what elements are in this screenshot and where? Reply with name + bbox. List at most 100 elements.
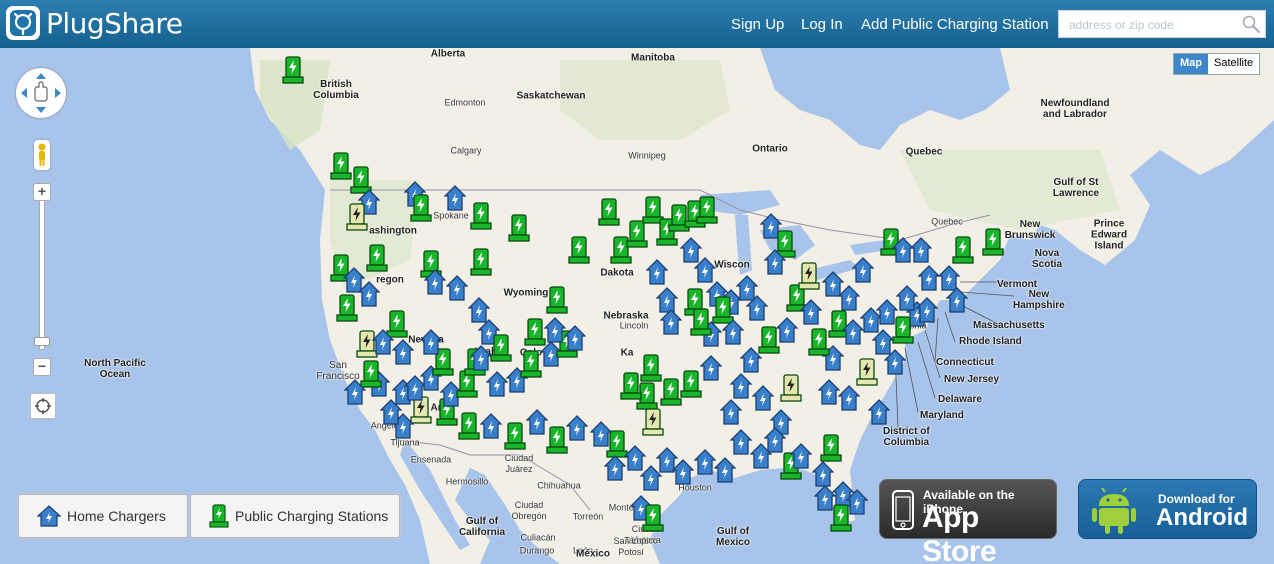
home-charger-marker[interactable] [910, 236, 932, 264]
public-station-marker[interactable] [952, 236, 974, 264]
nav-log-in[interactable]: Log In [801, 0, 843, 48]
public-station-marker[interactable] [490, 334, 512, 362]
home-charger-marker[interactable] [896, 284, 918, 312]
home-charger-marker[interactable] [544, 316, 566, 344]
public-station-marker[interactable] [808, 328, 830, 356]
home-charger-marker[interactable] [790, 442, 812, 470]
home-charger-marker[interactable] [372, 328, 394, 356]
highlighted-station-marker[interactable] [856, 358, 878, 386]
home-charger-marker[interactable] [838, 384, 860, 412]
app-store-badge[interactable]: Available on the iPhone App Store [879, 479, 1057, 564]
home-charger-marker[interactable] [424, 268, 446, 296]
pan-control[interactable] [16, 68, 66, 118]
public-station-marker[interactable] [568, 236, 590, 264]
home-charger-marker[interactable] [814, 484, 836, 512]
home-charger-marker[interactable] [392, 338, 414, 366]
public-station-marker[interactable] [366, 244, 388, 272]
highlighted-station-marker[interactable] [798, 262, 820, 290]
search-box[interactable] [1058, 10, 1266, 38]
zoom-slider-track[interactable] [39, 200, 45, 350]
home-charger-marker[interactable] [566, 414, 588, 442]
home-charger-marker[interactable] [446, 274, 468, 302]
home-charger-marker[interactable] [564, 324, 586, 352]
public-station-marker[interactable] [458, 412, 480, 440]
public-station-marker[interactable] [546, 426, 568, 454]
public-station-marker[interactable] [820, 434, 842, 462]
public-station-marker[interactable] [336, 294, 358, 322]
home-charger-marker[interactable] [876, 298, 898, 326]
home-charger-marker[interactable] [470, 344, 492, 372]
public-station-marker[interactable] [620, 372, 642, 400]
home-charger-marker[interactable] [700, 354, 722, 382]
public-station-marker[interactable] [680, 370, 702, 398]
public-station-marker[interactable] [696, 196, 718, 224]
public-station-marker[interactable] [660, 378, 682, 406]
home-charger-marker[interactable] [776, 316, 798, 344]
home-charger-marker[interactable] [720, 398, 742, 426]
home-charger-marker[interactable] [526, 408, 548, 436]
public-station-marker[interactable] [470, 248, 492, 276]
nav-add-station[interactable]: Add Public Charging Station [861, 0, 1049, 48]
home-charger-marker[interactable] [884, 348, 906, 376]
public-station-marker[interactable] [982, 228, 1004, 256]
home-charger-marker[interactable] [604, 454, 626, 482]
home-charger-marker[interactable] [714, 456, 736, 484]
public-station-marker[interactable] [330, 152, 352, 180]
public-station-marker[interactable] [690, 308, 712, 336]
public-station-marker[interactable] [626, 220, 648, 248]
highlighted-station-marker[interactable] [346, 203, 368, 231]
zoom-slider-handle[interactable] [34, 337, 50, 346]
public-station-marker[interactable] [524, 318, 546, 346]
home-charger-marker[interactable] [730, 428, 752, 456]
home-charger-marker[interactable] [752, 384, 774, 412]
public-station-marker[interactable] [642, 504, 664, 532]
home-charger-marker[interactable] [918, 264, 940, 292]
log-in-link[interactable]: Log In [801, 16, 843, 33]
highlighted-station-marker[interactable] [642, 408, 664, 436]
home-charger-marker[interactable] [838, 284, 860, 312]
home-charger-marker[interactable] [344, 378, 366, 406]
zoom-in-button[interactable]: + [33, 183, 51, 201]
home-charger-marker[interactable] [916, 296, 938, 324]
map-type-satellite[interactable]: Satellite [1208, 54, 1259, 74]
home-charger-marker[interactable] [946, 286, 968, 314]
search-input[interactable] [1067, 12, 1241, 38]
home-charger-marker[interactable] [818, 378, 840, 406]
plugshare-logo[interactable]: PlugShare [6, 6, 183, 40]
home-charger-marker[interactable] [736, 274, 758, 302]
sign-up-link[interactable]: Sign Up [731, 16, 784, 33]
android-badge[interactable]: Download for Android [1078, 479, 1257, 539]
public-station-marker[interactable] [640, 354, 662, 382]
legend-home-chargers[interactable]: Home Chargers [18, 494, 188, 538]
zoom-out-button[interactable]: − [33, 358, 51, 376]
home-charger-marker[interactable] [590, 420, 612, 448]
public-station-marker[interactable] [508, 214, 530, 242]
home-charger-marker[interactable] [646, 258, 668, 286]
public-station-marker[interactable] [470, 202, 492, 230]
public-station-marker[interactable] [598, 198, 620, 226]
public-station-marker[interactable] [282, 56, 304, 84]
home-charger-marker[interactable] [444, 184, 466, 212]
public-station-marker[interactable] [520, 350, 542, 378]
home-charger-marker[interactable] [486, 370, 508, 398]
public-station-marker[interactable] [546, 286, 568, 314]
home-charger-marker[interactable] [764, 248, 786, 276]
home-charger-marker[interactable] [358, 280, 380, 308]
home-charger-marker[interactable] [722, 318, 744, 346]
home-charger-marker[interactable] [800, 298, 822, 326]
map-type-map[interactable]: Map [1174, 54, 1208, 74]
nav-sign-up[interactable]: Sign Up [731, 0, 784, 48]
home-charger-marker[interactable] [852, 256, 874, 284]
home-charger-marker[interactable] [868, 398, 890, 426]
public-station-marker[interactable] [504, 422, 526, 450]
add-station-link[interactable]: Add Public Charging Station [861, 16, 1049, 33]
home-charger-marker[interactable] [730, 372, 752, 400]
home-charger-marker[interactable] [660, 308, 682, 336]
search-icon[interactable] [1241, 14, 1261, 34]
home-charger-marker[interactable] [764, 426, 786, 454]
home-charger-marker[interactable] [672, 458, 694, 486]
pegman-icon[interactable] [34, 140, 50, 170]
locate-me-button[interactable] [30, 393, 56, 419]
home-charger-marker[interactable] [846, 488, 868, 516]
home-charger-marker[interactable] [420, 328, 442, 356]
